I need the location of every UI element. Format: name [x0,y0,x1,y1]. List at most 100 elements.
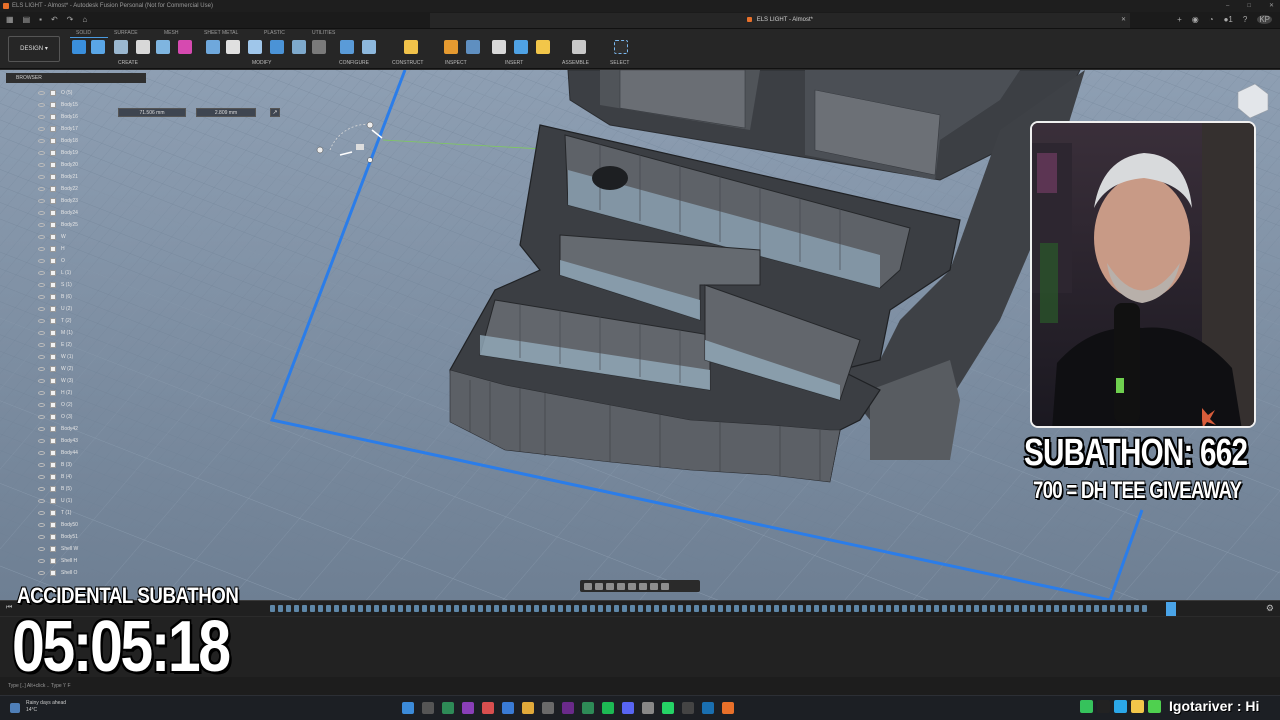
fusion-taskbar-icon[interactable] [722,702,734,714]
timeline-feature-icon[interactable] [1078,605,1083,612]
insert-derive-icon[interactable] [492,40,506,54]
timeline-feature-icon[interactable] [438,605,443,612]
timeline-feature-icon[interactable] [870,605,875,612]
visibility-eye-icon[interactable] [38,151,45,155]
workspace-switcher[interactable]: DESIGN ▾ [8,36,60,62]
visibility-eye-icon[interactable] [38,403,45,407]
timeline-feature-icon[interactable] [982,605,987,612]
visibility-eye-icon[interactable] [38,127,45,131]
combine-icon[interactable] [270,40,284,54]
browser-item[interactable]: B (4) [38,471,78,483]
timeline-feature-icon[interactable] [782,605,787,612]
visibility-eye-icon[interactable] [38,271,45,275]
hole-icon[interactable] [136,40,150,54]
tab-close-icon[interactable]: ✕ [1121,13,1126,28]
browser-header[interactable]: BROWSER [6,73,146,83]
visibility-eye-icon[interactable] [38,163,45,167]
grid-settings-icon[interactable] [650,582,658,590]
browser-item[interactable]: T (2) [38,315,78,327]
visibility-eye-icon[interactable] [38,523,45,527]
timeline-feature-icon[interactable] [1014,605,1019,612]
browser-item[interactable]: W [38,231,78,243]
orbit-icon[interactable] [584,582,592,590]
timeline-feature-icon[interactable] [1046,605,1051,612]
weather-widget[interactable]: Rainy days ahead 14°C [26,700,66,714]
weather-icon[interactable] [10,703,20,713]
timeline-feature-icon[interactable] [294,605,299,612]
file-menu-icon[interactable]: ▤ [23,15,31,24]
timeline-feature-icon[interactable] [550,605,555,612]
dimension-flip-icon[interactable]: ↗ [270,108,280,117]
maximize-icon[interactable]: □ [1247,0,1251,12]
timeline-feature-icon[interactable] [1070,605,1075,612]
visibility-eye-icon[interactable] [38,415,45,419]
timeline-feature-icon[interactable] [470,605,475,612]
timeline-feature-icon[interactable] [1102,605,1107,612]
group-insert[interactable]: INSERT [505,60,523,66]
timeline-feature-icon[interactable] [278,605,283,612]
group-configure[interactable]: CONFIGURE [339,60,369,66]
timeline-feature-icon[interactable] [414,605,419,612]
timeline-feature-icon[interactable] [1030,605,1035,612]
timeline-feature-icon[interactable] [454,605,459,612]
app-icon-7[interactable] [582,702,594,714]
browser-item[interactable]: Body43 [38,435,78,447]
discord-icon[interactable] [622,702,634,714]
grid-menu-icon[interactable]: ▦ [6,15,14,24]
timeline-feature-icon[interactable] [758,605,763,612]
timeline-feature-icon[interactable] [398,605,403,612]
timeline-feature-icon[interactable] [1126,605,1131,612]
timeline-feature-icon[interactable] [670,605,675,612]
timeline-feature-icon[interactable] [710,605,715,612]
timeline-feature-icon[interactable] [1118,605,1123,612]
timeline-feature-icon[interactable] [662,605,667,612]
pan-icon[interactable] [606,582,614,590]
visibility-eye-icon[interactable] [38,535,45,539]
help-icon[interactable]: ? [1243,15,1247,24]
offset-plane-icon[interactable] [404,40,418,54]
browser-item[interactable]: Body25 [38,219,78,231]
browser-item[interactable]: Body18 [38,135,78,147]
notifications-icon[interactable]: ●1 [1224,15,1233,24]
redo-icon[interactable]: ↷ [67,15,74,24]
timeline-feature-icon[interactable] [766,605,771,612]
app-icon-1[interactable] [442,702,454,714]
timeline-feature-icon[interactable] [718,605,723,612]
group-inspect[interactable]: INSPECT [445,60,467,66]
timeline-feature-icon[interactable] [934,605,939,612]
timeline-feature-icon[interactable] [830,605,835,612]
browser-item[interactable]: M (1) [38,327,78,339]
timeline-feature-icon[interactable] [1022,605,1027,612]
browser-item[interactable]: L (1) [38,267,78,279]
timeline-feature-icon[interactable] [790,605,795,612]
look-at-icon[interactable] [595,582,603,590]
timeline-feature-icon[interactable] [814,605,819,612]
browser-item[interactable]: S (1) [38,279,78,291]
timeline-feature-icon[interactable] [742,605,747,612]
timeline-feature-icon[interactable] [1134,605,1139,612]
spotify-icon[interactable] [602,702,614,714]
insert-mesh-icon[interactable] [536,40,550,54]
timeline-feature-icon[interactable] [846,605,851,612]
tab-mesh[interactable]: MESH [164,30,178,36]
joint-icon[interactable] [572,40,586,54]
timeline-feature-icon[interactable] [318,605,323,612]
timeline-feature-icon[interactable] [886,605,891,612]
tab-utilities[interactable]: UTILITIES [312,30,335,36]
timeline-feature-icon[interactable] [1142,605,1147,612]
timeline-feature-icon[interactable] [478,605,483,612]
timeline-feature-icon[interactable] [862,605,867,612]
timeline-feature-icon[interactable] [694,605,699,612]
visibility-eye-icon[interactable] [38,475,45,479]
timeline-feature-icon[interactable] [270,605,275,612]
timeline-feature-icon[interactable] [590,605,595,612]
timeline-feature-icon[interactable] [326,605,331,612]
browser-item[interactable]: Body42 [38,423,78,435]
timeline-feature-icon[interactable] [606,605,611,612]
visibility-eye-icon[interactable] [38,91,45,95]
visibility-eye-icon[interactable] [38,499,45,503]
timeline-feature-icon[interactable] [678,605,683,612]
parameters-icon[interactable] [362,40,376,54]
timeline-feature-icon[interactable] [990,605,995,612]
timeline-feature-icon[interactable] [822,605,827,612]
